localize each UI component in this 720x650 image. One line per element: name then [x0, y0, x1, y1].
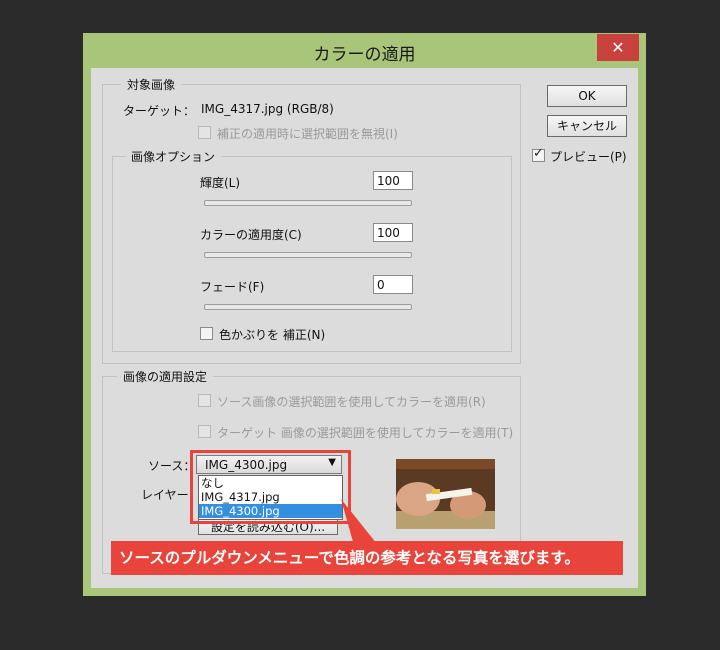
use-target-selection-checkbox[interactable]: [198, 425, 211, 438]
neutralize-label: 色かぶりを 補正(N): [219, 328, 326, 342]
neutralize-checkbox[interactable]: [200, 327, 213, 340]
target-label: ターゲット：: [123, 104, 196, 118]
color-intensity-label: カラーの適用度(C): [200, 228, 302, 242]
dropdown-highlight-frame: [190, 450, 351, 524]
fade-label: フェード(F): [200, 280, 265, 294]
source-image-thumbnail: [396, 459, 495, 529]
image-statistics-title: 画像の適用設定: [117, 368, 214, 385]
image-options-group: 画像オプション 輝度(L) 100 カラーの適用度(C) 100 フェード(F)…: [112, 148, 512, 352]
fade-slider[interactable]: [199, 304, 412, 318]
luminance-input[interactable]: 100: [373, 171, 413, 190]
use-target-selection-label: ターゲット 画像の選択範囲を使用してカラーを適用(T): [217, 426, 514, 440]
target-image-group: 対象画像 ターゲット： IMG_4317.jpg (RGB/8) 補正の適用時に…: [102, 76, 521, 364]
preview-label: プレビュー(P): [550, 150, 627, 164]
match-color-dialog: カラーの適用 ✕ 対象画像 ターゲット： IMG_4317.jpg (RGB/8…: [83, 33, 646, 596]
ignore-selection-checkbox[interactable]: [198, 126, 211, 139]
close-button[interactable]: ✕: [597, 34, 639, 61]
callout-text: ソースのプルダウンメニューで色調の参考となる写真を選びます。: [119, 549, 580, 567]
luminance-slider[interactable]: [204, 200, 412, 214]
ignore-selection-label: 補正の適用時に選択範囲を無視(I): [217, 127, 398, 141]
source-photo: [396, 459, 495, 529]
ok-button[interactable]: OK: [547, 85, 627, 107]
dialog-title: カラーの適用: [313, 45, 416, 65]
fade-input[interactable]: 0: [373, 275, 413, 294]
use-source-selection-label: ソース画像の選択範囲を使用してカラーを適用(R): [217, 395, 486, 409]
image-options-title: 画像オプション: [125, 148, 222, 165]
color-intensity-slider[interactable]: [204, 252, 412, 266]
check-icon: ✓: [533, 146, 544, 161]
callout-banner: ソースのプルダウンメニューで色調の参考となる写真を選びます。: [111, 541, 623, 575]
target-image-group-title: 対象画像: [121, 76, 182, 93]
use-source-selection-checkbox[interactable]: [198, 394, 211, 407]
preview-checkbox[interactable]: ✓: [532, 146, 545, 162]
source-label: ソース：: [148, 459, 196, 473]
color-intensity-input[interactable]: 100: [373, 223, 413, 242]
luminance-label: 輝度(L): [200, 176, 241, 190]
cancel-button[interactable]: キャンセル: [547, 115, 627, 137]
close-icon: ✕: [611, 38, 625, 57]
target-value: IMG_4317.jpg (RGB/8): [201, 102, 334, 116]
title-bar[interactable]: カラーの適用 ✕: [83, 33, 646, 67]
